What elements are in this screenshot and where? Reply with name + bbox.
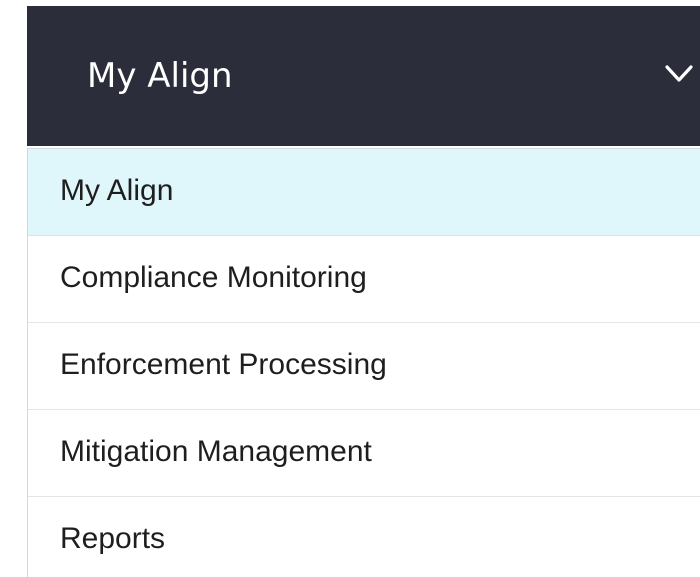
menu-item-label: Enforcement Processing [60, 348, 387, 381]
dropdown-selected-label: My Align [87, 56, 233, 96]
menu-item-label: Reports [60, 522, 166, 555]
menu-item-label: Mitigation Management [60, 435, 372, 468]
app-frame: My Align My Align Compliance Monitoring … [0, 0, 700, 577]
chevron-down-icon[interactable] [664, 62, 694, 86]
module-dropdown-menu: My Align Compliance Monitoring Enforceme… [27, 148, 700, 577]
menu-item-label: My Align [60, 174, 174, 207]
menu-item-enforcement-processing[interactable]: Enforcement Processing [28, 323, 700, 410]
menu-item-reports[interactable]: Reports [28, 497, 700, 577]
menu-item-mitigation-management[interactable]: Mitigation Management [28, 410, 700, 497]
module-dropdown-toggle[interactable]: My Align [27, 6, 700, 146]
menu-item-label: Compliance Monitoring [60, 261, 367, 294]
menu-item-my-align[interactable]: My Align [28, 149, 700, 236]
menu-item-compliance-monitoring[interactable]: Compliance Monitoring [28, 236, 700, 323]
